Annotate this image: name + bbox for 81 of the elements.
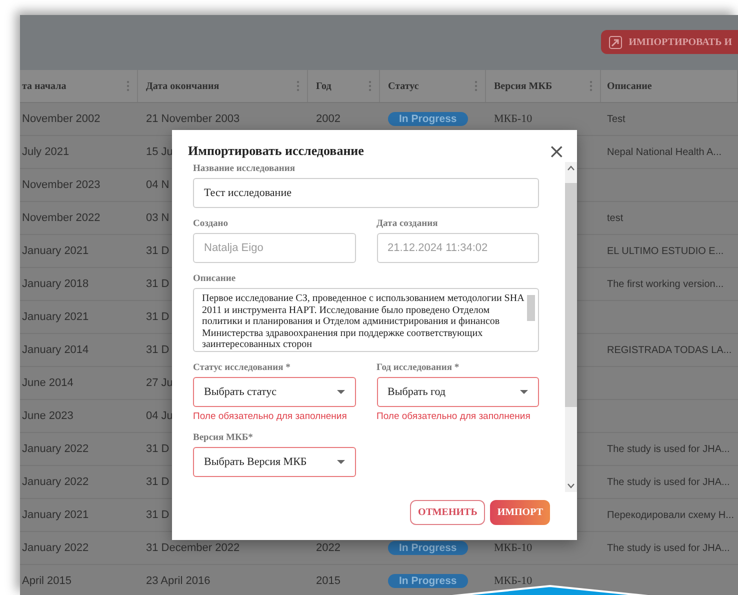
- table-cell: 27 Ju: [146, 377, 173, 389]
- table-cell: МКБ-10: [494, 542, 532, 554]
- error-message: Поле обязательно для заполнения: [193, 411, 348, 422]
- table-cell: 31 December 2022: [146, 542, 240, 554]
- table-cell: January 2014: [22, 344, 89, 356]
- table-cell: January 2022: [22, 542, 89, 554]
- field-label: Описание: [193, 274, 237, 284]
- select-field[interactable]: Выбрать год: [376, 377, 539, 407]
- table-cell: 21 November 2003: [146, 113, 240, 125]
- table-cell: January 2021: [22, 311, 89, 323]
- table-cell: 04 N: [146, 179, 170, 191]
- table-cell: 31 D: [146, 443, 170, 455]
- column-header[interactable]: та начала: [22, 80, 66, 92]
- table-cell: 31 D: [146, 278, 170, 290]
- caret-icon: [336, 460, 344, 464]
- table-cell: January 2022: [22, 476, 89, 488]
- table-cell: January 2022: [22, 443, 89, 455]
- import-icon: [608, 36, 622, 48]
- column-header[interactable]: Дата окончания: [146, 80, 220, 92]
- table-cell: МКБ-10: [494, 113, 532, 125]
- table-cell: 31 D: [146, 509, 170, 521]
- table-cell: January 2021: [22, 509, 89, 521]
- table-cell: Test: [607, 114, 626, 124]
- select-field[interactable]: Выбрать статус: [193, 377, 356, 407]
- scroll-up-icon[interactable]: [567, 165, 575, 171]
- table-cell: January 2018: [22, 278, 89, 290]
- column-header[interactable]: Год: [316, 80, 332, 92]
- table-cell: The study is used for JHA...: [607, 476, 730, 488]
- caret-icon: [336, 390, 344, 394]
- field-label: Статус исследования *: [193, 363, 292, 373]
- column-header[interactable]: Статус: [388, 80, 419, 92]
- table-cell: 31 D: [146, 344, 170, 356]
- column-header[interactable]: Версия МКБ: [494, 80, 552, 92]
- scroll-down-icon[interactable]: [567, 483, 575, 489]
- table-cell: June 2023: [22, 410, 74, 422]
- field-label: Версия МКБ*: [193, 433, 254, 443]
- table-cell: 31 D: [146, 245, 170, 257]
- table-cell: 2015: [316, 575, 340, 587]
- table-cell: April 2015: [22, 575, 72, 587]
- table-cell: REGISTRADA TODAS LA...: [607, 344, 732, 356]
- table-cell: test: [607, 212, 624, 224]
- table-cell: 2002: [316, 113, 340, 125]
- table-cell: July 2021: [22, 146, 70, 158]
- table-cell: November 2022: [22, 212, 100, 224]
- select-field[interactable]: Выбрать Версия МКБ: [193, 447, 356, 477]
- table-cell: November 2002: [22, 113, 100, 125]
- table-cell: 31 D: [146, 476, 170, 488]
- field-label: Создано: [193, 219, 230, 229]
- field-label: Название исследования: [193, 164, 296, 174]
- input-field[interactable]: Тест исследование: [193, 178, 539, 208]
- table-cell: 03 N: [146, 212, 170, 224]
- caret-icon: [520, 390, 528, 394]
- description-textarea[interactable]: Первое исследование СЗ, проведенное с использованием методологии SHA 2011 и инструмента HAPT. Исследование было проведено Отделом политики и планирования и Отделом администрирования и финансов Министерства здравоохранения при поддержке соответствующих заинтересованных сторон: [193, 288, 539, 352]
- cancel-button[interactable]: ОТМЕНИТЬ: [410, 500, 486, 525]
- close-button[interactable]: ×: [548, 142, 565, 160]
- column-header[interactable]: Описание: [607, 80, 652, 92]
- table-cell: 15 Ju: [146, 146, 173, 158]
- field-label: Год исследования *: [376, 363, 460, 373]
- field-label: Дата создания: [376, 219, 439, 229]
- status-badge: In Progress: [388, 112, 468, 126]
- table-cell: Перекодировали схему H...: [607, 510, 734, 520]
- table-cell: 04 Ju: [146, 410, 173, 422]
- status-badge: In Progress: [388, 541, 468, 555]
- import-study-button[interactable]: ИМПОРТИРОВАТЬ И: [600, 30, 738, 54]
- table-cell: January 2021: [22, 245, 89, 257]
- scrollbar[interactable]: [565, 162, 577, 492]
- table-cell: 31 D: [146, 311, 170, 323]
- error-message: Поле обязательно для заполнения: [376, 411, 532, 422]
- status-badge: In Progress: [388, 574, 468, 588]
- table-cell: 23 April 2016: [146, 575, 210, 587]
- table-cell: The study is used for JHA...: [607, 542, 730, 554]
- import-button[interactable]: ИМПОРТ: [490, 500, 550, 525]
- table-cell: МКБ-10: [494, 575, 532, 587]
- table-cell: Nepal National Health A...: [607, 146, 722, 158]
- table-cell: The study is used for JHA...: [607, 444, 730, 454]
- dialog-title: Импортировать исследование: [188, 143, 364, 159]
- table-cell: November 2023: [22, 179, 100, 191]
- table-cell: EL ULTIMO ESTUDIO E...: [607, 246, 724, 256]
- table-cell: June 2014: [22, 377, 74, 389]
- table-cell: The first working version...: [607, 278, 724, 290]
- table-cell: 2022: [316, 542, 340, 554]
